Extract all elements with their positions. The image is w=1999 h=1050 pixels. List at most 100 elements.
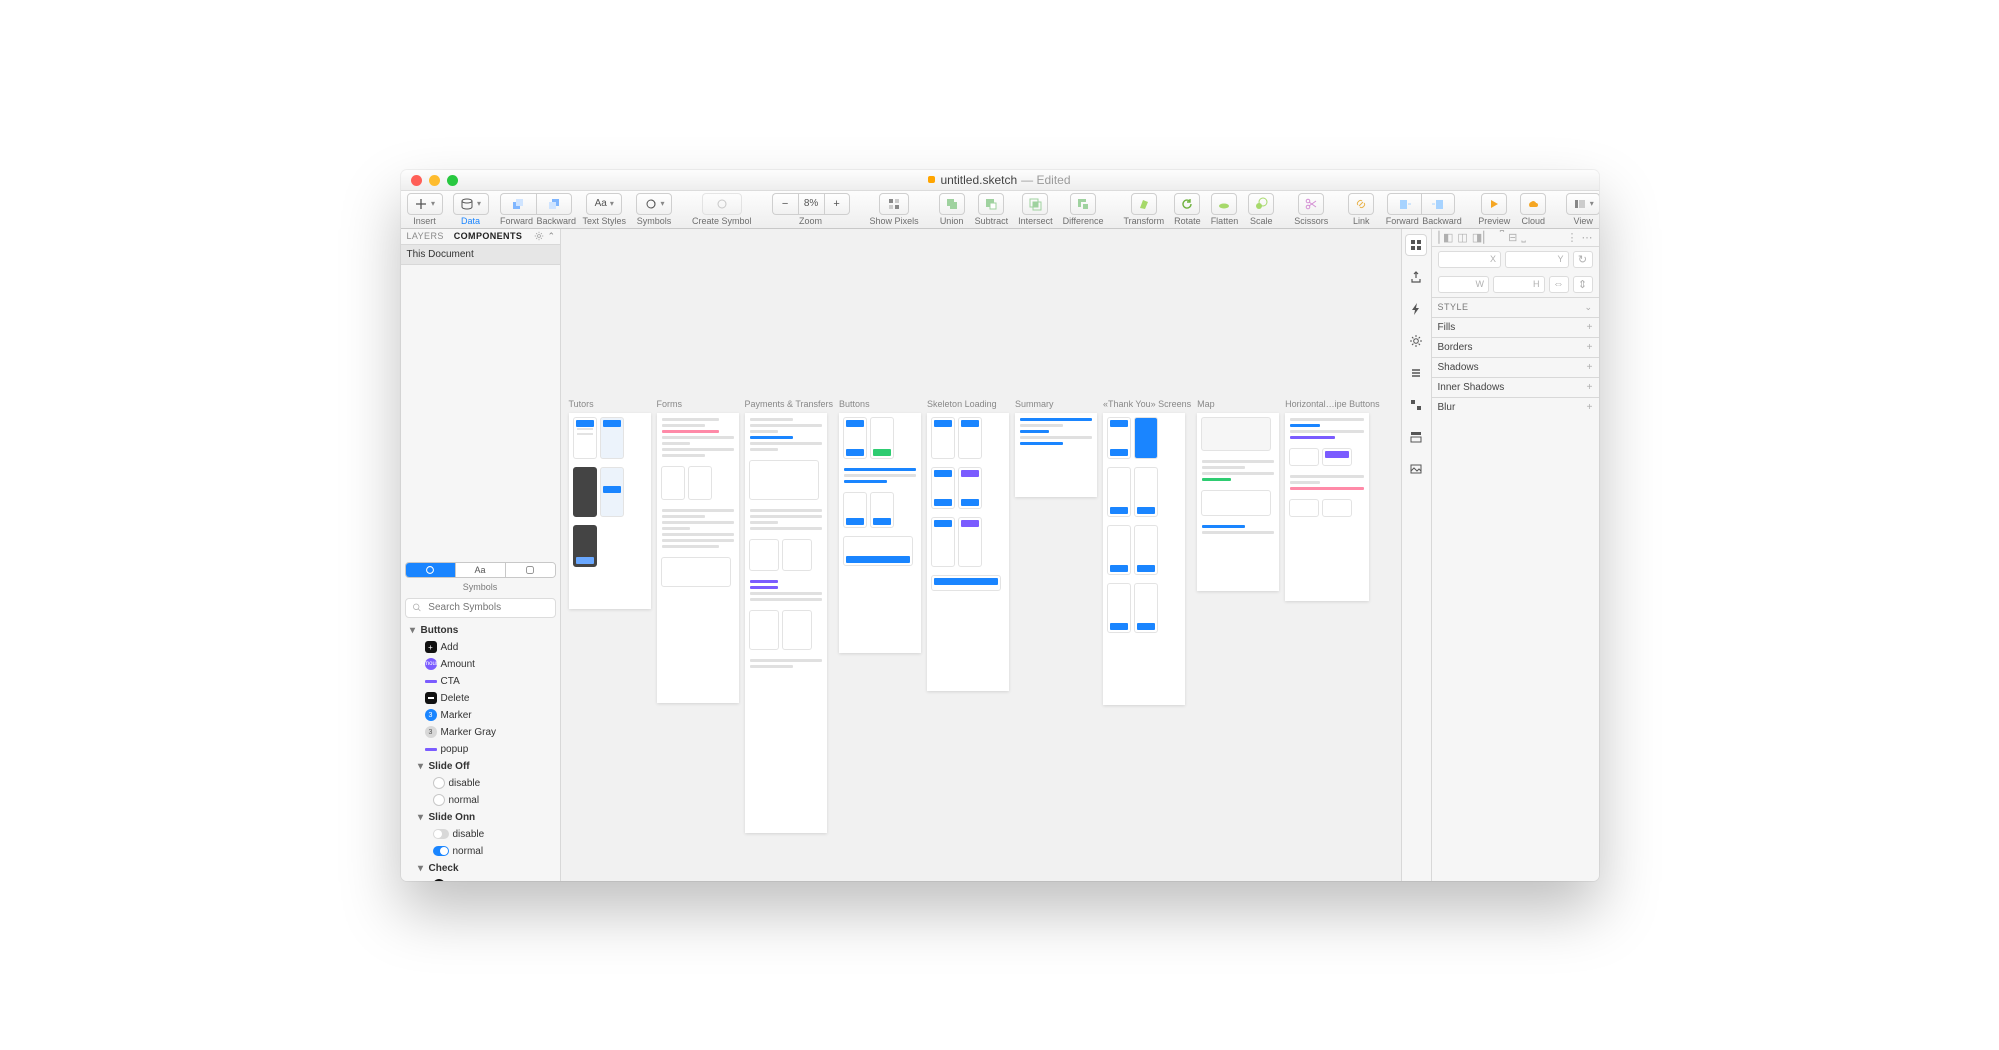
align-vcenter-icon[interactable]: ⊟ [1508,231,1517,244]
collapse-icon[interactable]: ⌃ [548,231,556,242]
link-label: Link [1353,216,1370,226]
send-backward-button[interactable] [536,193,572,215]
add-inner-shadow-button[interactable]: + [1587,382,1593,393]
distribute-h-icon[interactable]: ⋮ [1567,231,1578,244]
insert-button[interactable]: ▾ [407,193,443,215]
group-slide-off[interactable]: ▾Slide Off [401,758,560,775]
align-hcenter-icon[interactable]: ◫ [1457,231,1467,244]
rail-grid-icon[interactable] [1406,395,1426,415]
scissors-button[interactable] [1298,193,1324,215]
item-delete[interactable]: Delete [401,690,560,707]
scale-button[interactable] [1248,193,1274,215]
view-button[interactable]: ▾ [1566,193,1598,215]
difference-button[interactable] [1070,193,1096,215]
rail-image-icon[interactable] [1406,459,1426,479]
section-borders[interactable]: Borders+ [1432,337,1599,357]
rail-gear-icon[interactable] [1406,331,1426,351]
rail-export-icon[interactable] [1406,267,1426,287]
flip-h-button[interactable]: ⇔ [1549,276,1569,293]
add-border-button[interactable]: + [1587,342,1593,353]
artboard-horizontal[interactable]: Horizontal…ipe Buttons [1285,399,1380,601]
artboard-forms[interactable]: Forms [657,399,739,703]
artboard-payments[interactable]: Payments & Transfers [745,399,834,833]
artboard-thankyou[interactable]: «Thank You» Screens [1103,399,1191,705]
section-fills[interactable]: Fills+ [1432,317,1599,337]
breadcrumb[interactable]: This Document [401,245,560,265]
tab-components[interactable]: COMPONENTS [454,231,523,241]
item-popup[interactable]: popup [401,741,560,758]
group-check[interactable]: ▾Check [401,860,560,877]
show-pixels-button[interactable] [879,193,909,215]
bring-forward-button[interactable] [500,193,536,215]
rail-list-icon[interactable] [1406,363,1426,383]
flatten-button[interactable] [1211,193,1237,215]
add-fill-button[interactable]: + [1587,322,1593,333]
zoom-window-button[interactable] [447,175,458,186]
align-left-icon[interactable]: ⎢◧ [1438,231,1454,244]
search-symbols[interactable] [405,598,556,618]
canvas[interactable]: Tutors [561,229,1401,881]
transform-button[interactable] [1131,193,1157,215]
preview-button[interactable] [1481,193,1507,215]
item-marker-gray[interactable]: 3Marker Gray [401,724,560,741]
cloud-button[interactable] [1520,193,1546,215]
item-add[interactable]: +Add [401,639,560,656]
seg-symbols[interactable] [406,563,455,577]
flip-v-button[interactable]: ⇕ [1573,276,1593,293]
data-button[interactable]: ▾ [453,193,489,215]
align-right-icon[interactable]: ◨⎢ [1472,231,1488,244]
x-field[interactable]: X [1438,251,1502,268]
w-field[interactable]: W [1438,276,1490,293]
item-check-no[interactable]: no [401,877,560,881]
tab-layers[interactable]: LAYERS [407,231,444,241]
zoom-in-button[interactable]: + [824,193,850,215]
y-field[interactable]: Y [1505,251,1569,268]
gear-icon[interactable] [534,231,544,242]
union-button[interactable] [939,193,965,215]
rotate-button[interactable] [1174,193,1200,215]
rail-bolt-icon[interactable] [1406,299,1426,319]
add-shadow-button[interactable]: + [1587,362,1593,373]
create-symbol-button[interactable] [702,193,742,215]
zoom-out-button[interactable]: − [772,193,798,215]
item-cta[interactable]: CTA [401,673,560,690]
subtract-button[interactable] [978,193,1004,215]
align-bottom-icon[interactable]: ⎵ [1521,231,1525,244]
seg-layer-styles[interactable] [505,563,555,577]
rail-inspect-icon[interactable] [1406,235,1426,255]
add-blur-button[interactable]: + [1587,402,1593,413]
artboard-summary[interactable]: Summary [1015,399,1097,497]
group-buttons[interactable]: ▾Buttons [401,622,560,639]
item-marker[interactable]: 3Marker [401,707,560,724]
distribute-v-icon[interactable]: ⋯ [1582,231,1593,244]
h-field[interactable]: H [1493,276,1545,293]
align-top-icon[interactable]: ⎴ [1500,231,1504,244]
section-inner-shadows[interactable]: Inner Shadows+ [1432,377,1599,397]
group-slide-onn[interactable]: ▾Slide Onn [401,809,560,826]
section-shadows[interactable]: Shadows+ [1432,357,1599,377]
rotate-ccw-button[interactable]: ↻ [1573,251,1593,268]
item-slide-off-disable[interactable]: disable [401,775,560,792]
hotspot-forward-button[interactable] [1387,193,1421,215]
intersect-button[interactable] [1022,193,1048,215]
section-blur[interactable]: Blur+ [1432,397,1599,417]
artboard-buttons[interactable]: Buttons [839,399,921,653]
symbols-button[interactable]: ▾ [636,193,672,215]
close-window-button[interactable] [411,175,422,186]
item-slide-off-normal[interactable]: normal [401,792,560,809]
text-styles-button[interactable]: Aa ▾ [586,193,622,215]
minimize-window-button[interactable] [429,175,440,186]
item-slide-onn-normal[interactable]: normal [401,843,560,860]
style-header[interactable]: STYLE ⌄ [1432,297,1599,317]
item-amount[interactable]: AmountAmount [401,656,560,673]
link-button[interactable] [1348,193,1374,215]
artboard-tutors[interactable]: Tutors [569,399,651,609]
item-slide-onn-disable[interactable]: disable [401,826,560,843]
hotspot-backward-button[interactable] [1421,193,1455,215]
rail-layout-icon[interactable] [1406,427,1426,447]
artboard-skeleton[interactable]: Skeleton Loading [927,399,1009,691]
search-input[interactable] [426,601,548,614]
seg-text-styles[interactable]: Aa [455,563,505,577]
artboard-map[interactable]: Map [1197,399,1279,591]
zoom-value[interactable]: 8% [798,193,824,215]
